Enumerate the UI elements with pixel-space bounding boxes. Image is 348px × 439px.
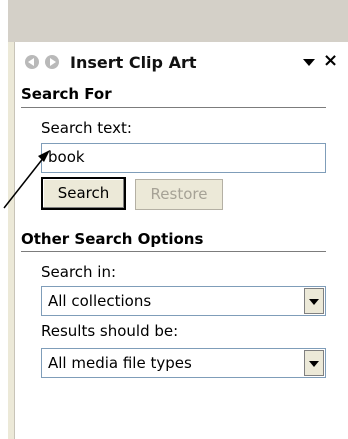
task-pane: Insert Clip Art × Search For Search text… bbox=[14, 42, 348, 439]
section-divider bbox=[21, 251, 326, 252]
search-in-label: Search in: bbox=[41, 263, 117, 281]
search-in-select[interactable]: All collections bbox=[41, 286, 326, 316]
results-select[interactable]: All media file types bbox=[41, 348, 326, 378]
section-other-search-options: Other Search Options bbox=[21, 230, 204, 248]
restore-button[interactable]: Restore bbox=[135, 179, 223, 210]
search-in-value: All collections bbox=[48, 292, 152, 310]
search-button[interactable]: Search bbox=[41, 177, 126, 210]
results-label: Results should be: bbox=[41, 322, 179, 340]
search-text-label: Search text: bbox=[41, 119, 132, 137]
results-value: All media file types bbox=[48, 354, 192, 372]
chevron-down-icon[interactable] bbox=[304, 288, 324, 314]
pane-title: Insert Clip Art bbox=[70, 53, 197, 72]
section-search-for: Search For bbox=[21, 85, 112, 103]
back-arrow-icon[interactable] bbox=[25, 55, 39, 69]
chevron-down-icon[interactable] bbox=[303, 59, 315, 66]
forward-arrow-icon[interactable] bbox=[45, 55, 59, 69]
chevron-down-icon[interactable] bbox=[304, 350, 324, 376]
close-icon[interactable]: × bbox=[323, 51, 338, 71]
section-divider bbox=[21, 107, 326, 108]
search-text-input[interactable]: book bbox=[41, 143, 326, 173]
pane-header: Insert Clip Art × bbox=[15, 47, 348, 77]
window-frame-top bbox=[8, 0, 348, 42]
